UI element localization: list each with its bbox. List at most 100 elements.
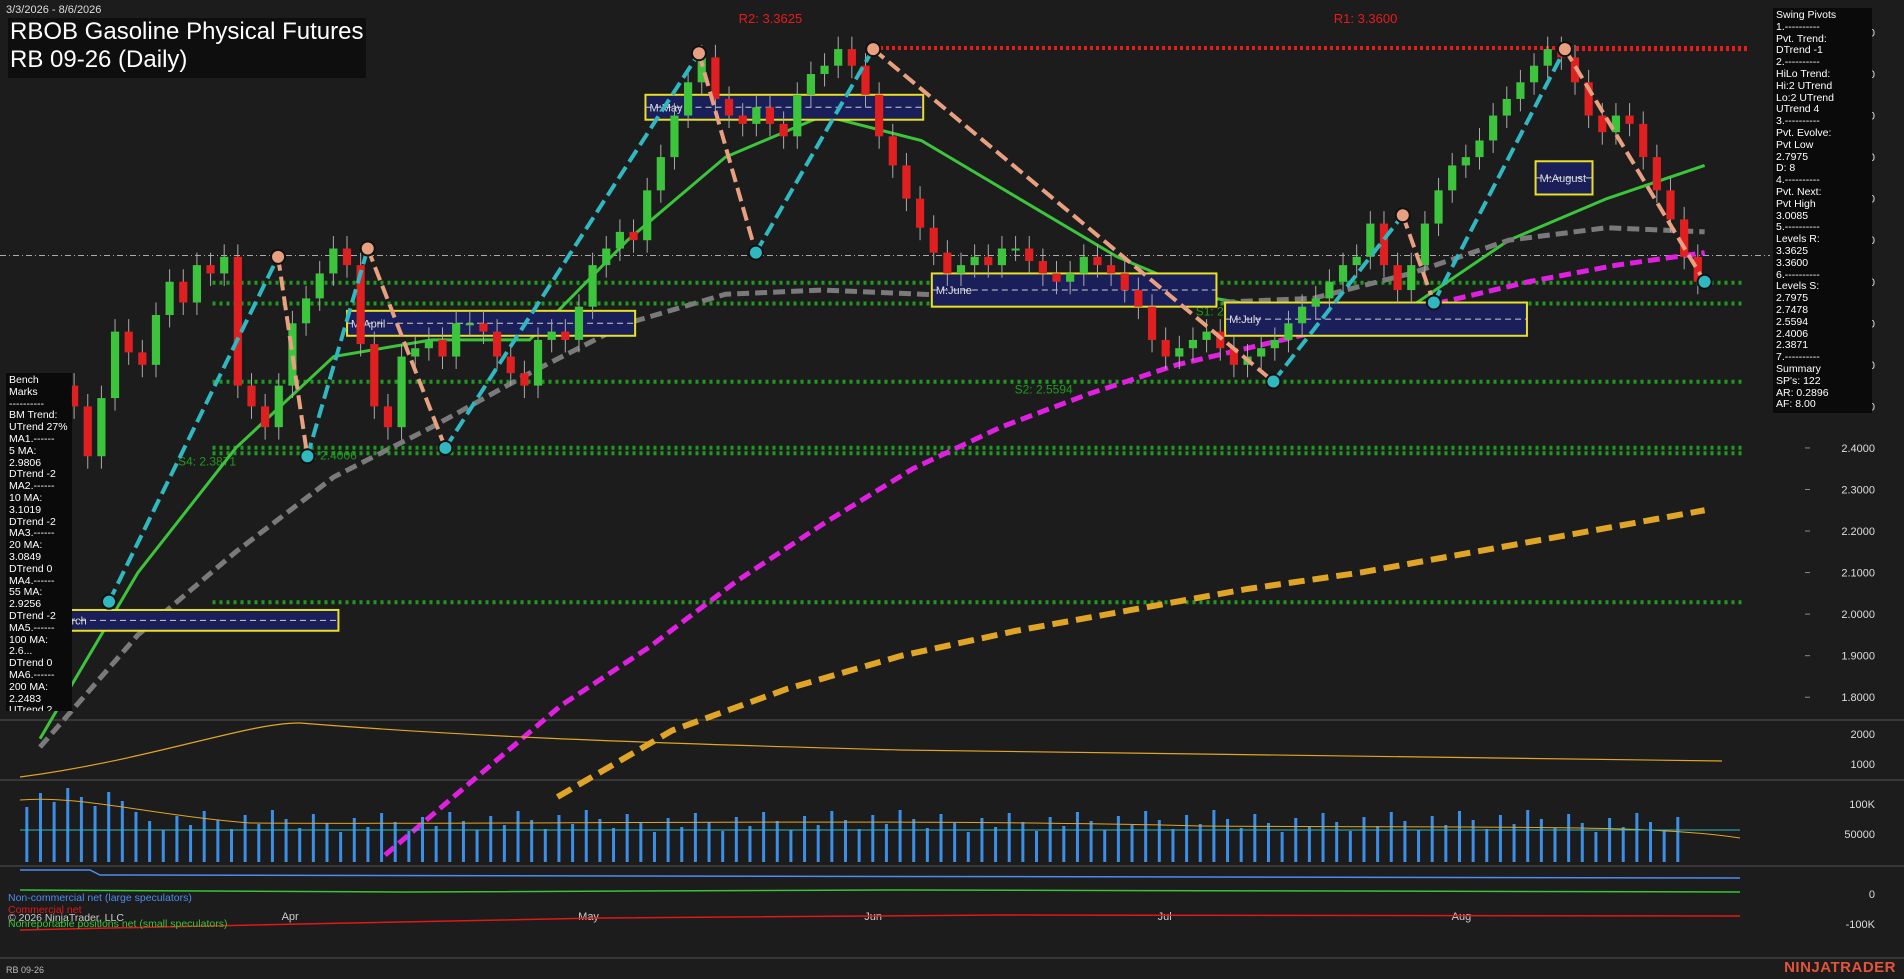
candle: [1052, 273, 1061, 282]
candle: [492, 331, 502, 357]
candle: [533, 339, 543, 386]
candle: [738, 115, 747, 124]
swing-pivot-marker: [437, 439, 454, 456]
candle: [411, 348, 420, 357]
candle: [1079, 256, 1088, 274]
candle: [1379, 223, 1389, 266]
support-label: S2: 2.5594: [1015, 383, 1073, 397]
candle: [233, 256, 242, 386]
candle: [1652, 157, 1661, 191]
candle: [1666, 190, 1675, 220]
x-tick-label: Jul: [1158, 911, 1172, 923]
swing-pivot-marker: [1556, 41, 1573, 58]
candle: [124, 331, 133, 353]
candle: [1106, 265, 1116, 274]
monthly-box-label: M:April: [351, 318, 385, 330]
candle: [1529, 65, 1539, 83]
legend-nonreportable: Nonreportable positions net (small specu…: [8, 918, 228, 930]
swing-pivot-marker: [1425, 294, 1442, 311]
legend-noncommercial: Non-commercial net (large speculators): [8, 892, 192, 904]
candle: [1325, 281, 1334, 299]
candle: [247, 385, 256, 407]
candle: [465, 323, 474, 326]
price-chart[interactable]: 3.40003.30003.20003.10003.00002.90002.80…: [0, 0, 1904, 979]
candle: [1134, 290, 1143, 307]
candle: [656, 157, 665, 191]
monthly-box-label: M:July: [1229, 314, 1261, 326]
candle: [615, 231, 624, 249]
y-tick-label: 2.3000: [1841, 484, 1875, 496]
oscillator-tick-label: 1000: [1851, 759, 1875, 771]
candle: [847, 49, 856, 66]
swing-pivot-marker: [101, 593, 117, 610]
candle: [724, 98, 734, 116]
candle: [1011, 248, 1020, 251]
x-tick-label: Aug: [1452, 911, 1472, 923]
candle: [452, 323, 461, 357]
candle: [547, 331, 556, 340]
candle: [1311, 298, 1320, 307]
candle: [1025, 248, 1034, 261]
candle: [1516, 82, 1525, 99]
candle: [929, 227, 938, 253]
candle: [1175, 348, 1184, 357]
swing-pivot-marker: [1265, 373, 1282, 390]
swing-pivot-marker: [690, 45, 707, 62]
candle: [1680, 219, 1689, 257]
swing-line: [871, 47, 1275, 384]
y-tick-label: 2.0000: [1841, 609, 1875, 621]
candle: [915, 198, 925, 228]
x-tick-label: May: [578, 911, 599, 923]
candle: [574, 306, 584, 340]
candle: [834, 49, 843, 66]
candle: [1502, 98, 1511, 116]
candle: [329, 248, 338, 274]
candle: [1284, 323, 1293, 340]
candle: [1161, 339, 1170, 357]
oscillator-line: [19, 722, 1723, 778]
candle: [643, 190, 652, 241]
y-tick-label: 2.1000: [1841, 568, 1875, 580]
candle: [424, 339, 433, 349]
candle: [888, 136, 897, 166]
y-tick-label: 1.9000: [1841, 651, 1875, 663]
candle: [956, 265, 966, 274]
candle: [752, 107, 761, 124]
candle: [1598, 115, 1607, 133]
candle: [179, 281, 188, 303]
cot-noncommercial-line: [20, 869, 1741, 879]
candle: [1434, 190, 1443, 224]
candle: [997, 248, 1007, 266]
candle: [370, 344, 379, 407]
candle: [1448, 165, 1457, 191]
swing-line: [697, 52, 758, 254]
candle: [1147, 306, 1157, 340]
candle: [1120, 273, 1129, 291]
candle: [779, 123, 788, 137]
candle: [875, 94, 884, 137]
x-tick-label: Jun: [864, 911, 882, 923]
candle: [970, 256, 979, 266]
candle: [274, 385, 283, 428]
candle: [1475, 140, 1484, 158]
candle: [165, 281, 174, 315]
candle: [506, 356, 515, 374]
swing-pivot-marker: [747, 244, 764, 261]
candle: [629, 231, 638, 241]
monthly-box-label: M:June: [936, 285, 972, 297]
candle: [984, 256, 993, 266]
candle: [342, 248, 352, 266]
swing-pivot-marker: [270, 248, 287, 265]
candle: [793, 94, 802, 137]
candle: [902, 165, 911, 199]
candle: [561, 331, 570, 340]
volume-tick-label: 50000: [1844, 829, 1875, 841]
candle: [820, 65, 829, 75]
swing-line: [443, 52, 701, 450]
cot-nonreportable-line: [19, 889, 1741, 893]
candle: [220, 256, 229, 274]
swing-pivot-marker: [1696, 273, 1713, 290]
ninjatrader-logo: NINJATRADER: [1784, 959, 1896, 976]
chart-title-box: RBOB Gasoline Physical Futures RB 09-26 …: [8, 18, 366, 78]
cot-tick-label: 0: [1869, 889, 1875, 901]
